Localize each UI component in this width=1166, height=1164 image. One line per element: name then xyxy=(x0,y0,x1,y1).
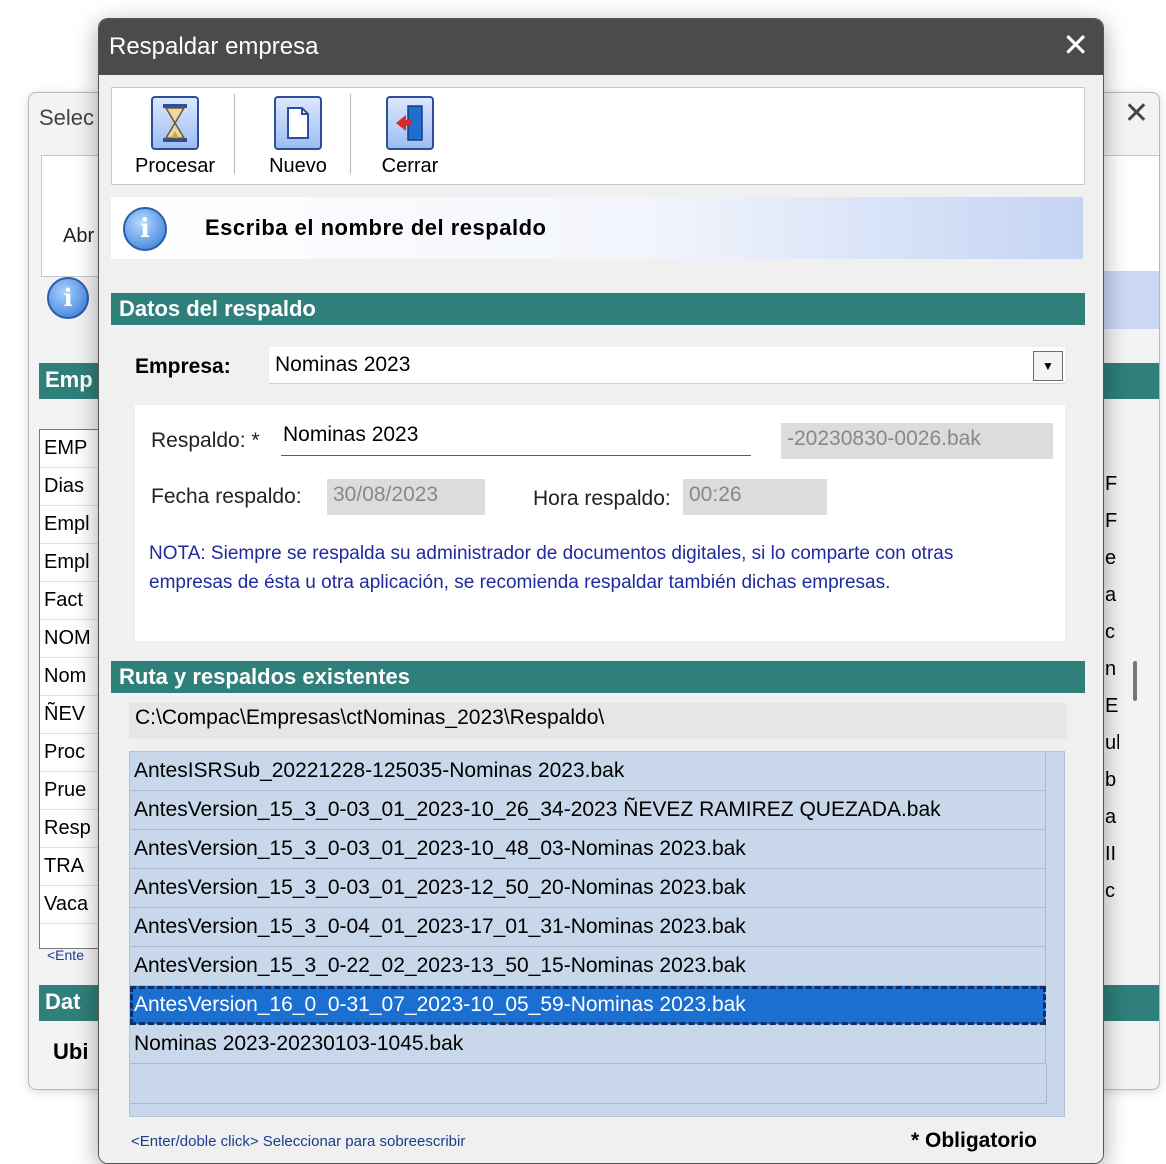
background-right-cell: a xyxy=(1105,806,1117,828)
backup-item[interactable]: AntesVersion_15_3_0-03_01_2023-10_48_03-… xyxy=(130,830,1046,869)
nuevo-button[interactable]: Nuevo xyxy=(250,88,346,184)
procesar-label: Procesar xyxy=(134,155,216,177)
respaldo-name-input[interactable] xyxy=(281,415,751,456)
background-right-cell: F xyxy=(1105,510,1118,532)
backup-item[interactable]: AntesVersion_15_3_0-03_01_2023-10_26_34-… xyxy=(130,791,1046,830)
dialog-body: Procesar Nuevo Cerrar i Escriba el nombr… xyxy=(99,75,1103,1163)
backup-item-selected[interactable]: AntesVersion_16_0_0-31_07_2023-10_05_59-… xyxy=(130,986,1046,1025)
background-hint: <Ente xyxy=(47,947,84,963)
background-abr-label[interactable]: Abr xyxy=(63,225,94,248)
dialog-titlebar: Respaldar empresa ✕ xyxy=(99,19,1103,75)
background-right-cell: F xyxy=(1105,473,1118,495)
background-scrollbar-thumb[interactable] xyxy=(1133,661,1137,701)
toolbar: Procesar Nuevo Cerrar xyxy=(111,87,1085,185)
empresa-combo-value: Nominas 2023 xyxy=(275,353,411,376)
hourglass-icon xyxy=(151,96,199,150)
background-right-cell: e xyxy=(1105,547,1117,569)
nota-text: NOTA: Siempre se respalda su administrad… xyxy=(149,543,954,593)
background-close-icon[interactable]: ✕ xyxy=(1124,99,1149,129)
new-document-icon xyxy=(274,96,322,150)
backup-item[interactable]: AntesISRSub_20221228-125035-Nominas 2023… xyxy=(130,752,1046,791)
empresa-label: Empresa: xyxy=(135,355,231,378)
info-message: Escriba el nombre del respaldo xyxy=(205,215,547,240)
hora-respaldo-field: 00:26 xyxy=(683,479,827,515)
backup-item[interactable]: AntesVersion_15_3_0-03_01_2023-12_50_20-… xyxy=(130,869,1046,908)
background-info-icon: i xyxy=(47,277,89,319)
obligatorio-note: * Obligatorio xyxy=(911,1129,1037,1152)
backup-item[interactable]: AntesVersion_15_3_0-22_02_2023-13_50_15-… xyxy=(130,947,1046,986)
respaldo-suffix-field: -20230830-0026.bak xyxy=(781,423,1053,459)
background-right-cell: c xyxy=(1105,621,1115,643)
background-right-column: F F e a c n E ul b a II c xyxy=(1105,429,1119,947)
info-icon: i xyxy=(123,207,167,251)
procesar-button[interactable]: Procesar xyxy=(120,88,230,184)
background-section-label: Emp xyxy=(45,367,93,392)
nuevo-label: Nuevo xyxy=(269,155,327,177)
fecha-respaldo-label: Fecha respaldo: xyxy=(151,485,302,508)
toolbar-separator xyxy=(234,94,235,174)
background-ubi-label: Ubi xyxy=(53,1039,89,1064)
respaldar-empresa-dialog: Respaldar empresa ✕ Procesar Nuevo Cerra… xyxy=(98,18,1104,1164)
background-right-cell: ul xyxy=(1105,732,1119,754)
background-window-title: Selec xyxy=(39,105,95,130)
toolbar-separator xyxy=(350,94,351,174)
fecha-respaldo-field: 30/08/2023 xyxy=(327,479,485,515)
backup-empty-row xyxy=(130,1064,1047,1104)
backup-item[interactable]: Nominas 2023-20230103-1045.bak xyxy=(130,1025,1046,1064)
background-right-cell: n xyxy=(1105,658,1117,680)
background-right-cell: b xyxy=(1105,769,1117,791)
exit-door-icon xyxy=(386,96,434,150)
backup-item[interactable]: AntesVersion_15_3_0-04_01_2023-17_01_31-… xyxy=(130,908,1046,947)
background-right-cell: II xyxy=(1105,843,1117,865)
cerrar-button[interactable]: Cerrar xyxy=(362,88,458,184)
background-right-cell: E xyxy=(1105,695,1119,717)
hint-text: <Enter/doble click> Seleccionar para sob… xyxy=(131,1133,466,1150)
background-section2-label: Dat xyxy=(45,989,81,1014)
respaldo-label: Respaldo: * xyxy=(151,429,260,452)
background-right-cell: a xyxy=(1105,584,1117,606)
close-icon[interactable]: ✕ xyxy=(1062,29,1089,61)
hora-respaldo-label: Hora respaldo: xyxy=(533,487,671,510)
info-bar: i Escriba el nombre del respaldo xyxy=(111,197,1083,259)
cerrar-label: Cerrar xyxy=(381,155,439,177)
backups-list[interactable]: AntesISRSub_20221228-125035-Nominas 2023… xyxy=(129,751,1065,1117)
ruta-field: C:\Compac\Empresas\ctNominas_2023\Respal… xyxy=(129,703,1067,739)
empresa-combo[interactable]: Nominas 2023 ▼ xyxy=(269,347,1065,384)
chevron-down-icon[interactable]: ▼ xyxy=(1033,351,1063,381)
background-right-cell: c xyxy=(1105,880,1115,902)
section-datos-respaldo: Datos del respaldo xyxy=(111,293,1085,325)
section-ruta-respaldos: Ruta y respaldos existentes xyxy=(111,661,1085,693)
dialog-title: Respaldar empresa xyxy=(109,33,319,60)
